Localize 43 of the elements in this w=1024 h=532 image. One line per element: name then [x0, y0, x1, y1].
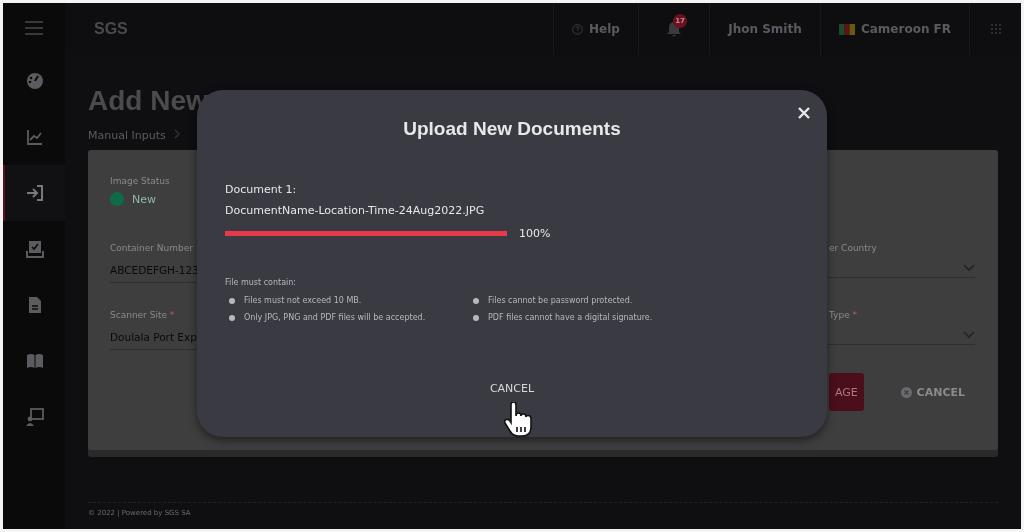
login-icon	[26, 184, 44, 202]
tray-check-icon	[26, 240, 44, 258]
chevron-right-icon	[173, 129, 180, 139]
sidebar-item[interactable]	[3, 165, 65, 221]
menu-icon[interactable]	[25, 21, 43, 35]
field-label: Scanner Site *	[110, 310, 175, 320]
cancel-button[interactable]: CANCEL	[485, 380, 539, 397]
book-icon	[26, 353, 44, 369]
chart-icon	[26, 128, 44, 146]
progress-percent: 100%	[519, 227, 551, 240]
status-text: New	[132, 192, 156, 206]
presenter-icon	[26, 408, 44, 426]
country-selector[interactable]: Cameroon FR	[860, 22, 952, 36]
help-icon	[572, 23, 584, 35]
field-label: Image Status	[110, 176, 170, 186]
bullet-icon	[229, 297, 235, 304]
logo: SGS	[94, 20, 128, 38]
breadcrumb-link[interactable]: Manual Inputs	[88, 129, 166, 142]
requirement-text: PDF files cannot have a digital signature.	[488, 313, 653, 322]
document-icon	[27, 296, 43, 314]
help-link[interactable]: Help	[589, 22, 620, 36]
requirement-text: Files must not exceed 10 MB.	[244, 296, 362, 305]
save-button[interactable]: AGE	[829, 373, 864, 411]
bullet-icon	[473, 297, 479, 304]
requirement-text: Files cannot be password protected.	[488, 296, 633, 305]
chevron-down-icon[interactable]	[963, 264, 975, 272]
user-name[interactable]: Jhon Smith	[728, 22, 802, 36]
requirement-text: Only JPG, PNG and PDF files will be accepted.	[244, 313, 426, 322]
document-label: Document 1:	[225, 183, 297, 196]
field-label: Container Number	[110, 243, 193, 253]
field-label: Type *	[829, 310, 858, 320]
requirements-title: File must contain:	[225, 278, 297, 287]
dialog-title: Upload New Documents	[403, 118, 621, 140]
chevron-down-icon[interactable]	[963, 331, 975, 339]
gauge-icon	[26, 72, 44, 90]
bullet-icon	[473, 314, 479, 321]
field-label: er Country	[829, 243, 877, 253]
hand-cursor-icon	[503, 402, 533, 438]
bullet-icon	[229, 314, 235, 321]
flag-icon	[838, 23, 855, 35]
cancel-button[interactable]: CANCEL	[900, 385, 965, 399]
file-name: DocumentName-Location-Time-24Aug2022.JPG	[225, 204, 485, 217]
close-circle-icon	[900, 386, 912, 398]
